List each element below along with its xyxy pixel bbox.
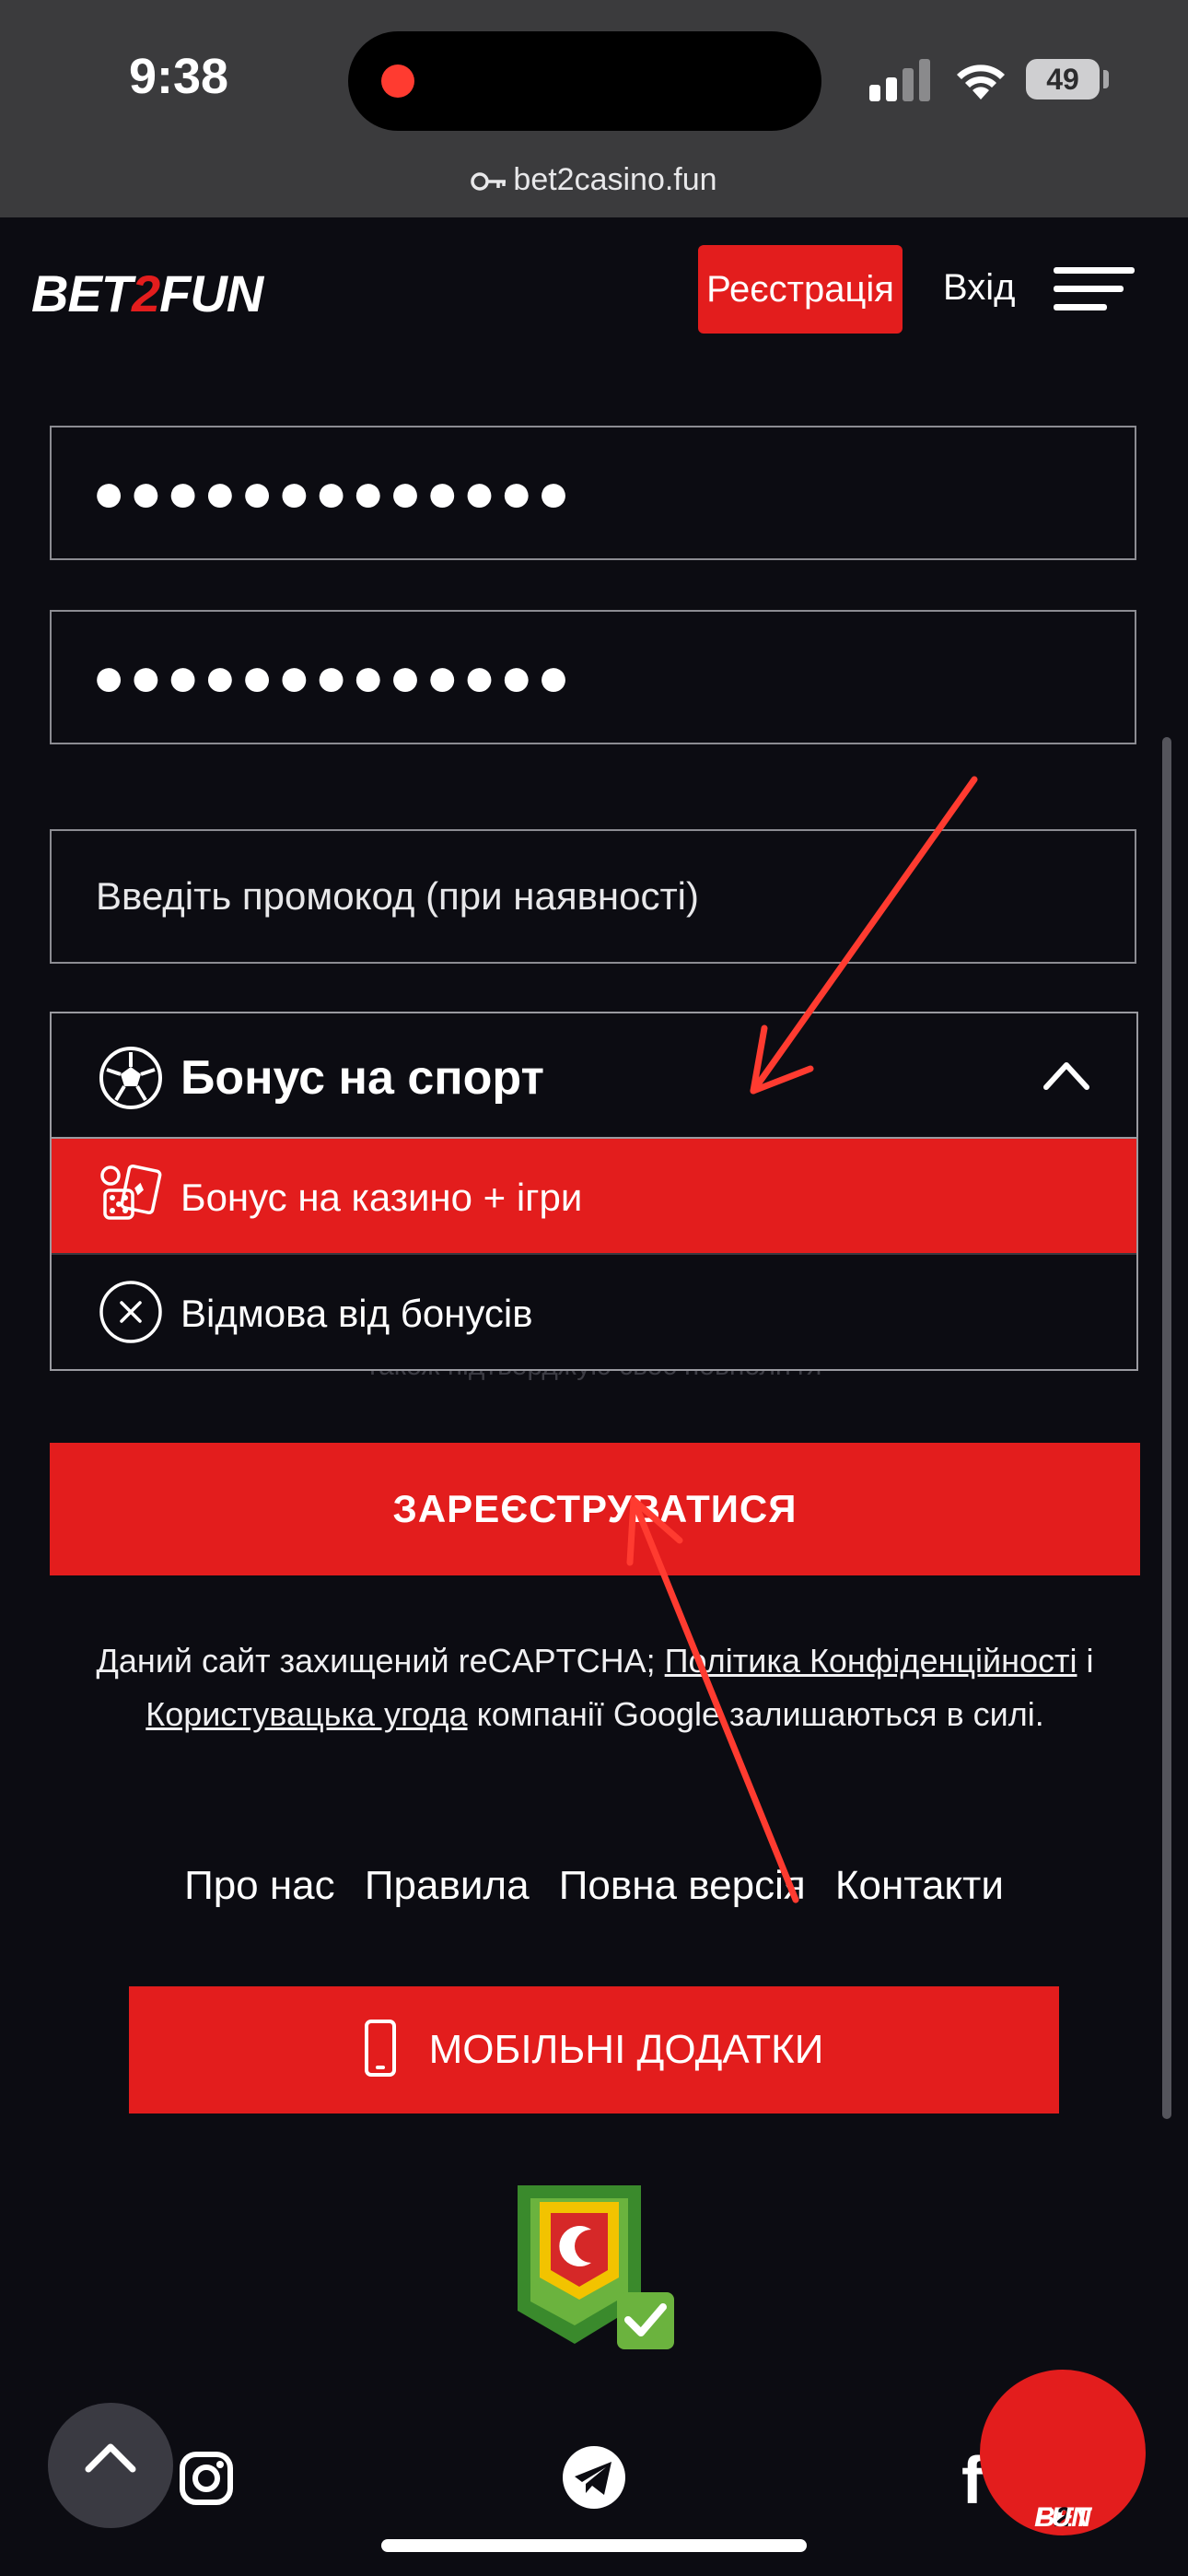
soccer-ball-icon (99, 1047, 162, 1109)
mobile-apps-label: МОБІЛЬНІ ДОДАТКИ (428, 2027, 824, 2072)
mobile-apps-button[interactable]: МОБІЛЬНІ ДОДАТКИ (129, 1986, 1059, 2113)
submit-register-button[interactable]: ЗАРЕЄСТРУВАТИСЯ (50, 1443, 1140, 1575)
key-icon (471, 172, 507, 191)
address-bar[interactable]: bet2casino.fun (0, 162, 1188, 198)
bonus-option-label: Відмова від бонусів (181, 1292, 533, 1335)
register-button[interactable]: Реєстрація (698, 245, 903, 334)
privacy-policy-link[interactable]: Політика Конфіденційності (665, 1642, 1077, 1680)
telegram-icon[interactable] (562, 2445, 626, 2510)
site-logo[interactable]: BET2FUN (31, 263, 263, 323)
scroll-to-top-button[interactable] (48, 2403, 173, 2528)
login-button[interactable]: Вхід (943, 267, 1015, 309)
promo-code-input[interactable]: Введіть промокод (при наявності) (50, 829, 1136, 964)
wifi-icon (957, 64, 1005, 100)
bonus-option-decline[interactable]: Відмова від бонусів (52, 1253, 1136, 1367)
url-text: bet2casino.fun (513, 162, 717, 197)
bet2fun-floating-button[interactable]: BET 2 FUN (980, 2370, 1146, 2535)
footer-link-full-version[interactable]: Повна версія (559, 1863, 806, 1908)
footer-link-rules[interactable]: Правила (365, 1863, 530, 1908)
site-header: BET2FUN Реєстрація Вхід (0, 217, 1188, 361)
footer-link-contacts[interactable]: Контакти (835, 1863, 1004, 1908)
footer-link-about[interactable]: Про нас (184, 1863, 335, 1908)
home-indicator (381, 2539, 807, 2552)
bonus-option-casino[interactable]: Бонус на казино + ігри (52, 1139, 1136, 1253)
bonus-dropdown[interactable]: Бонус на спорт Бонус на казино + ігри Ві… (50, 1012, 1138, 1371)
bonus-selected-label: Бонус на спорт (181, 1051, 544, 1105)
recording-indicator-icon (381, 64, 414, 98)
smartphone-icon (364, 2020, 396, 2078)
password-field[interactable]: ●●●●●●●●●●●●● (50, 426, 1136, 560)
recaptcha-notice: Даний сайт захищений reCAPTCHA; Політика… (96, 1642, 1094, 1733)
page-scrollbar[interactable] (1162, 737, 1171, 2119)
password-confirm-field[interactable]: ●●●●●●●●●●●●● (50, 610, 1136, 744)
battery-tip (1103, 70, 1109, 88)
bonus-dropdown-header[interactable]: Бонус на спорт (52, 1013, 1136, 1139)
license-badge-icon[interactable] (514, 2182, 678, 2355)
status-time: 9:38 (129, 49, 229, 104)
hamburger-menu-icon[interactable] (1054, 267, 1135, 313)
battery-indicator: 49 (1026, 59, 1100, 100)
status-bar: 9:38 49 bet2casino.fun (0, 0, 1188, 217)
terms-of-service-link[interactable]: Користувацька угода (146, 1695, 467, 1733)
bonus-option-label: Бонус на казино + ігри (181, 1176, 583, 1219)
footer-nav: Про нас Правила Повна версія Контакти (0, 1863, 1188, 1909)
close-circle-icon (99, 1281, 162, 1343)
dynamic-island (348, 31, 821, 131)
chevron-up-icon[interactable] (1041, 1052, 1092, 1098)
casino-dice-cards-icon (100, 1164, 162, 1220)
cellular-signal-icon (869, 59, 930, 101)
instagram-icon[interactable] (179, 2451, 234, 2506)
chevron-up-icon (85, 2443, 136, 2473)
